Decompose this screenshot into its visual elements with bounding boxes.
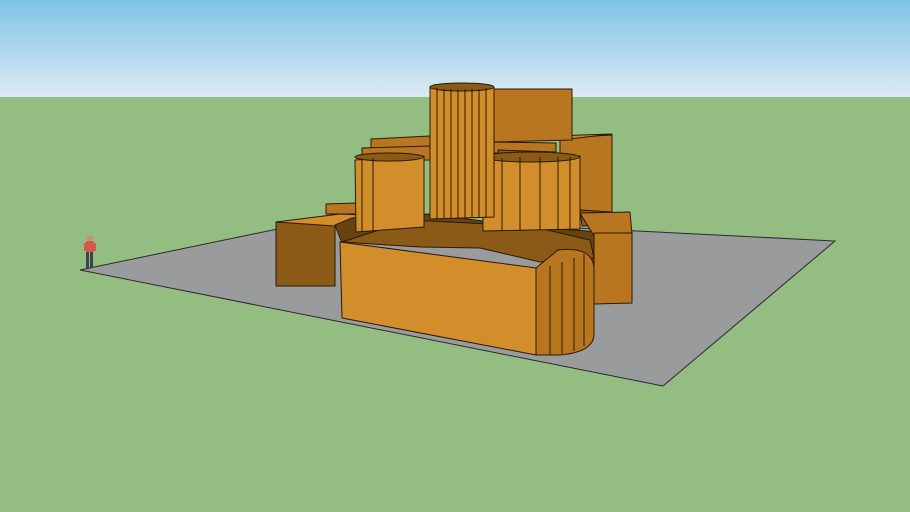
viewport-scene[interactable] (0, 0, 910, 512)
